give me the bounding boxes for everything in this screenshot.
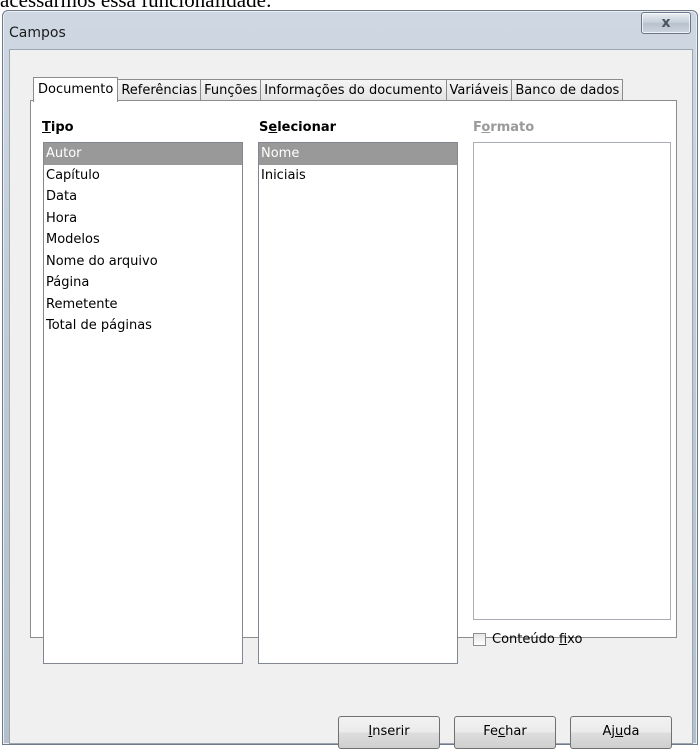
tipo-item-remetente[interactable]: Remetente <box>44 294 242 316</box>
title-bar[interactable]: Campos x <box>3 11 697 51</box>
close-button[interactable]: x <box>641 12 691 34</box>
tipo-item-modelos[interactable]: Modelos <box>44 229 242 251</box>
fixed-content-label-rest: ixo <box>567 632 583 647</box>
tipo-item-pagina[interactable]: Página <box>44 272 242 294</box>
close-icon: x <box>661 15 671 31</box>
tipo-label-mnemonic: T <box>42 120 51 135</box>
help-button-rest: da <box>623 724 640 739</box>
selecionar-item-iniciais[interactable]: Iniciais <box>259 165 457 187</box>
tipo-item-hora[interactable]: Hora <box>44 208 242 230</box>
insert-button[interactable]: Inserir <box>338 716 440 749</box>
tipo-item-autor[interactable]: Autor <box>44 143 242 165</box>
close-dialog-button-rest: har <box>505 724 527 739</box>
fixed-content-label-mnemonic: f <box>558 632 568 647</box>
tipo-item-total-de-paginas[interactable]: Total de páginas <box>44 315 242 337</box>
dialog-client-area: Documento Referências Funções Informaçõe… <box>9 49 693 749</box>
formato-label-mnemonic: o <box>481 120 491 135</box>
fixed-content-row[interactable]: Conteúdo fixo <box>473 632 582 647</box>
tab-informacoes-do-documento[interactable]: Informações do documento <box>260 79 447 101</box>
tipo-listbox[interactable]: Autor Capítulo Data Hora Modelos Nome do… <box>43 142 243 664</box>
tipo-item-data[interactable]: Data <box>44 186 242 208</box>
fixed-content-checkbox[interactable] <box>473 633 486 646</box>
tipo-item-capitulo[interactable]: Capítulo <box>44 165 242 187</box>
close-dialog-button[interactable]: Fechar <box>454 716 556 749</box>
help-button-first: Aj <box>602 724 616 739</box>
selecionar-label-rest: lecionar <box>277 120 337 135</box>
help-button[interactable]: Ajuda <box>570 716 672 749</box>
tab-strip: Documento Referências Funções Informaçõe… <box>33 77 624 102</box>
selecionar-label-mnemonic: e <box>268 120 278 135</box>
formato-label: Formato <box>473 120 534 135</box>
close-dialog-button-first: Fe <box>483 724 499 739</box>
window-title: Campos <box>9 25 66 41</box>
formato-listbox <box>473 142 671 620</box>
selecionar-item-nome[interactable]: Nome <box>259 143 457 165</box>
fixed-content-label-first: Conteúdo <box>492 632 559 647</box>
selecionar-listbox[interactable]: Nome Iniciais <box>258 142 458 664</box>
tab-referencias[interactable]: Referências <box>117 79 202 101</box>
selecionar-label-first: S <box>259 120 269 135</box>
fixed-content-label: Conteúdo fixo <box>492 632 582 647</box>
tab-variaveis[interactable]: Variáveis <box>445 79 513 101</box>
tab-banco-de-dados[interactable]: Banco de dados <box>511 79 624 101</box>
insert-button-rest: nserir <box>372 724 410 739</box>
formato-label-rest: rmato <box>490 120 535 135</box>
fields-dialog-window: Campos x Documento Referências Funções I… <box>2 10 698 749</box>
tab-funcoes[interactable]: Funções <box>200 79 262 101</box>
selecionar-label: Selecionar <box>259 120 336 135</box>
tipo-item-nome-do-arquivo[interactable]: Nome do arquivo <box>44 251 242 273</box>
tab-documento[interactable]: Documento <box>33 77 119 102</box>
tipo-label: Tipo <box>42 120 74 135</box>
tipo-label-rest: ipo <box>50 120 74 135</box>
